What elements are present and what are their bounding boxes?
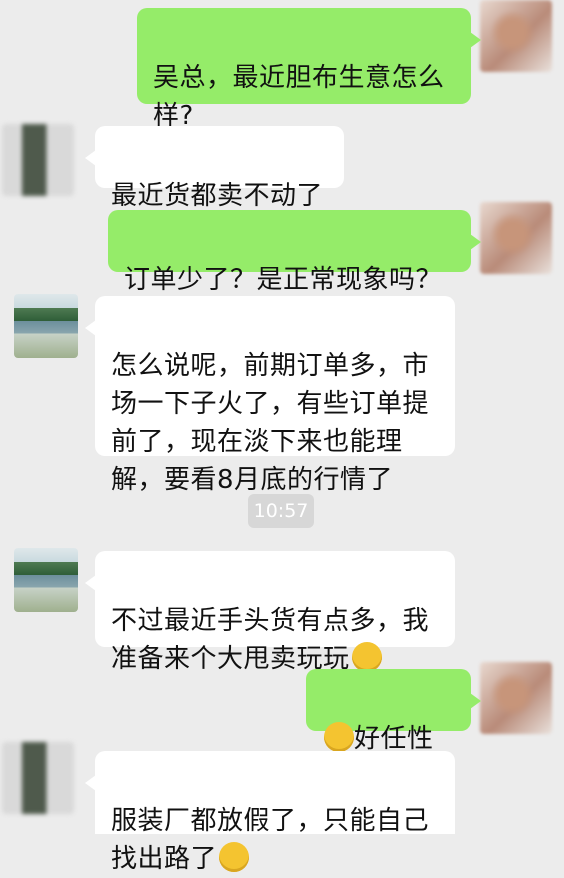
message-text: 吴总，最近胆布生意怎么 样? (153, 63, 445, 131)
message-text: 服装厂都放假了，只能自己 找出路了 (111, 806, 430, 874)
contact-avatar[interactable] (14, 548, 78, 612)
laugh-tears-emoji-icon (219, 842, 250, 872)
contact-avatar[interactable] (14, 294, 78, 358)
contact-avatar[interactable] (2, 124, 74, 196)
message-bubble-contact[interactable]: 怎么说呢，前期订单多，市 场一下子火了，有些订单提 前了，现在淡下来也能理 解，… (85, 296, 455, 495)
laugh-tears-emoji-icon (351, 642, 382, 672)
message-bubble-me[interactable]: 好任性~ (306, 669, 481, 792)
laugh-tears-emoji-icon (324, 722, 354, 752)
my-avatar[interactable] (480, 0, 552, 72)
timestamp-badge: 10:57 (248, 494, 314, 528)
message-bubble-contact[interactable]: 不过最近手头货有点多，我 准备来个大甩卖玩玩 (85, 551, 455, 674)
message-text: 最近货都卖不动了 (111, 181, 324, 211)
contact-avatar[interactable] (2, 742, 74, 814)
message-bubble-me[interactable]: 吴总，最近胆布生意怎么 样? (137, 8, 481, 131)
message-text: 订单少了？是正常现象吗？ (124, 265, 443, 295)
my-avatar[interactable] (480, 662, 552, 734)
message-bubble-contact[interactable]: 服装厂都放假了，只能自己 找出路了 (85, 751, 455, 874)
my-avatar[interactable] (480, 202, 552, 274)
message-bubble-contact[interactable]: 最近货都卖不动了 (85, 126, 344, 211)
chat-area: 吴总，最近胆布生意怎么 样? 最近货都卖不动了 订单少了？是正常现象吗？ 怎么说… (0, 0, 564, 874)
message-text: 怎么说呢，前期订单多，市 场一下子火了，有些订单提 前了，现在淡下来也能理 解，… (111, 351, 430, 495)
message-bubble-me[interactable]: 订单少了？是正常现象吗？ (108, 210, 481, 295)
message-text: 不过最近手头货有点多，我 准备来个大甩卖玩玩 (111, 606, 430, 674)
